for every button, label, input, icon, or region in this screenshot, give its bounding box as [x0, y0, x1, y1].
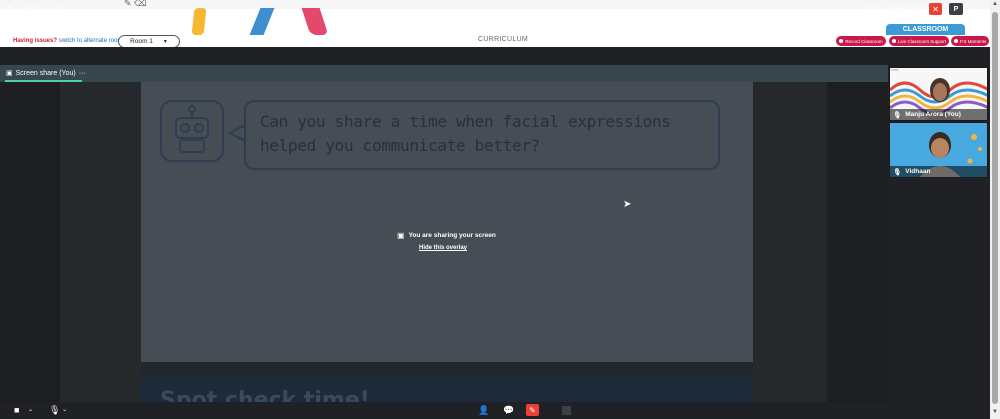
call-header: [0, 47, 990, 65]
participant-tile[interactable]: 🎙 Manju Arora (You): [889, 67, 988, 121]
mic-icon: 🎙: [893, 111, 902, 119]
tab-curriculum[interactable]: CURRICULUM: [478, 36, 528, 43]
more-icon[interactable]: ···: [79, 70, 86, 77]
call-controls-bar: [0, 402, 990, 419]
chat-icon[interactable]: 💬: [503, 405, 514, 416]
participant-name-bar: 🎙 Manju Arora (You): [890, 109, 987, 120]
tab-classroom[interactable]: CLASSROOM: [886, 24, 965, 35]
live-support-button[interactable]: Live Classroom Support: [889, 36, 949, 46]
issues-prefix: Having issues?: [13, 38, 58, 44]
stage-tab-bar: [0, 65, 888, 82]
screen-share-icon: ▣: [397, 231, 405, 240]
moments-icon: [953, 39, 958, 43]
robot-icon: [160, 100, 224, 162]
participant-tile[interactable]: 🎙 Vidhaan: [889, 122, 988, 178]
stage-margin-left: [0, 82, 60, 402]
chevron-down-icon: ▼: [162, 38, 168, 45]
screen-share-icon: ▣: [6, 70, 13, 77]
camera-options-chevron-icon[interactable]: ⌄: [28, 406, 33, 413]
stop-sharing-close-icon[interactable]: ✕: [929, 3, 942, 15]
record-classroom-button[interactable]: Record Classroom: [836, 36, 886, 46]
camera-icon[interactable]: ■: [14, 405, 19, 415]
alternate-room-link[interactable]: switch to alternate room: [59, 38, 123, 44]
people-count[interactable]: 2 people in call: [17, 6, 64, 13]
ps-moments-button[interactable]: P.S Moments: [951, 36, 989, 46]
stop-icon[interactable]: [562, 406, 571, 415]
pencil-eraser-icons[interactable]: ✎ ⌫: [124, 0, 147, 9]
record-icon: [839, 39, 844, 43]
support-icon: [891, 39, 896, 43]
slide-question: Can you share a time when facial express…: [260, 112, 671, 155]
stage-margin-right-inner: [753, 82, 827, 402]
scroll-down-icon[interactable]: ▼: [992, 409, 998, 415]
participant-name-bar: 🎙 Vidhaan: [890, 166, 987, 177]
scroll-up-icon[interactable]: ▲: [992, 1, 998, 7]
hide-overlay-link[interactable]: Hide this overlay: [419, 245, 467, 251]
stop-screen-sharing-label[interactable]: Stop screen sharing: [866, 6, 928, 13]
scrollbar-thumb[interactable]: [992, 12, 998, 404]
sharing-overlay-text: You are sharing your screen: [408, 232, 496, 239]
participant-name: Manju Arora (You): [905, 111, 961, 118]
participants-icon[interactable]: 👤: [478, 405, 489, 416]
mic-options-chevron-icon[interactable]: ⌄: [62, 406, 67, 413]
mic-icon: 🎙: [893, 168, 902, 176]
p-button[interactable]: P: [949, 3, 963, 15]
fullscreen-icon[interactable]: ⤢: [968, 3, 982, 15]
participant-name: Vidhaan: [905, 168, 931, 175]
room-label: Room 1: [130, 38, 153, 45]
mouse-cursor-icon: ➤: [623, 199, 632, 210]
gear-icon[interactable]: ⚙: [6, 4, 14, 15]
microphone-icon[interactable]: 🎙: [49, 405, 60, 416]
stage-margin-left-inner: [60, 82, 141, 402]
sharing-overlay-message: ▣ You are sharing your screen: [397, 231, 496, 240]
stage-margin-right: [827, 82, 888, 402]
tab-screen-share[interactable]: ▣ Screen share (You) ···: [6, 69, 86, 78]
tab-screen-share-label: Screen share (You): [15, 69, 76, 77]
whiteboard-toggle-icon[interactable]: ✎: [526, 404, 539, 416]
issues-notice: Having issues? switch to alternate room: [13, 38, 122, 44]
speech-bubble-tail-inner: [232, 127, 244, 139]
header-strip: [0, 0, 990, 9]
brand-logo: ▪▪▪▪▪▪: [891, 68, 899, 72]
